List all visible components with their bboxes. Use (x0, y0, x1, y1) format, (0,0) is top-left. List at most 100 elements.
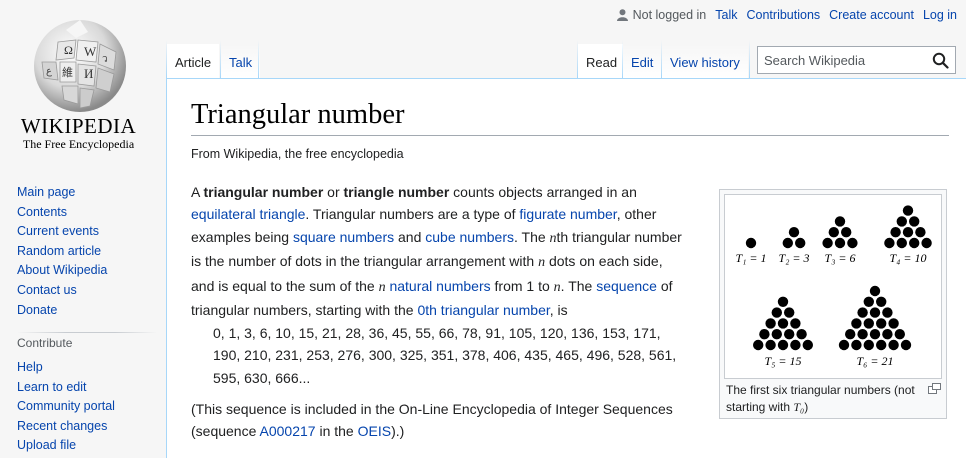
contributions-link[interactable]: Contributions (747, 8, 821, 22)
sidebar-item-contact[interactable]: Contact us (17, 281, 107, 301)
dot (782, 237, 793, 249)
sidebar-item-recent-changes[interactable]: Recent changes (17, 417, 115, 437)
search-input[interactable] (758, 47, 923, 73)
page-title: Triangular number (191, 99, 405, 130)
dot (869, 285, 881, 297)
sidebar-item-upload-file[interactable]: Upload file (17, 436, 115, 456)
enlarge-icon[interactable] (928, 383, 941, 394)
dot (915, 227, 926, 238)
dot (863, 296, 874, 307)
sequence-line: 190, 210, 231, 253, 276, 300, 325, 351, … (213, 347, 677, 364)
dot (771, 329, 782, 340)
talk-link[interactable]: Talk (715, 8, 737, 22)
triangle-label: T₆ = 21 (857, 354, 894, 368)
log-in-link[interactable]: Log in (923, 8, 957, 22)
dot (847, 237, 858, 249)
dot (788, 227, 800, 238)
dot (921, 237, 932, 249)
tab-read[interactable]: Read (578, 44, 626, 78)
create-account-link[interactable]: Create account (829, 8, 914, 22)
link-square-numbers[interactable]: square numbers (293, 229, 394, 245)
sidebar-item-contents[interactable]: Contents (17, 203, 107, 223)
sidebar-item-help[interactable]: Help (17, 358, 115, 378)
link-oeis[interactable]: OEIS (358, 423, 391, 439)
sidebar-item-community-portal[interactable]: Community portal (17, 397, 115, 417)
tab-view-history[interactable]: View history (662, 44, 748, 78)
tab-separator (258, 40, 259, 78)
sidebar-item-learn-to-edit[interactable]: Learn to edit (17, 378, 115, 398)
dot (765, 318, 776, 329)
dot (802, 339, 813, 351)
sequence-line: 595, 630, 666... (213, 369, 311, 386)
user-icon (616, 9, 628, 21)
sidebar-item-random-article[interactable]: Random article (17, 242, 107, 262)
dot (784, 307, 795, 318)
tagline: The Free Encyclopedia (22, 137, 135, 151)
main-content: Triangular number From Wikipedia, the fr… (166, 78, 966, 458)
tab-article[interactable]: Article (167, 44, 220, 78)
dot (822, 237, 833, 249)
sidebar-divider (17, 332, 157, 333)
dot (796, 329, 807, 340)
dot (882, 329, 893, 340)
dot (753, 339, 764, 351)
link-sequence[interactable]: sequence (596, 278, 657, 294)
thumbnail-figure: T₁ = 1 T₂ = 3 T₃ = 6 T₄ = 10 T₅ = 15 T₆ = 21 … (719, 189, 947, 419)
dot (863, 339, 874, 351)
link-natural-numbers[interactable]: natural numbers (389, 278, 490, 294)
dot (876, 339, 887, 351)
dot (900, 339, 912, 351)
bold-term: triangular number (203, 184, 324, 200)
tab-edit[interactable]: Edit (623, 44, 662, 78)
dot (909, 216, 920, 227)
dot (790, 339, 801, 351)
intro-paragraph: A triangular number or triangle number c… (191, 181, 697, 321)
link-figurate-number[interactable]: figurate number (519, 206, 616, 222)
dot (745, 237, 757, 249)
sidebar-item-current-events[interactable]: Current events (17, 222, 107, 242)
wikipedia-logo[interactable]: Ω W 維 И ว ع WIKIPEDIA The Free Encyclope… (0, 0, 160, 160)
tab-separator (749, 40, 750, 78)
dot (869, 307, 881, 318)
tab-talk[interactable]: Talk (221, 44, 261, 78)
intro-line-1: A triangular number or triangle number c… (191, 184, 637, 200)
dot (884, 237, 895, 249)
dot (851, 339, 862, 351)
svg-text:И: И (84, 66, 93, 81)
dot (909, 237, 920, 249)
svg-text:ع: ع (46, 66, 52, 77)
title-divider (191, 135, 949, 136)
wordmark: WIKIPEDIA (20, 114, 137, 138)
link-a000217[interactable]: A000217 (260, 423, 316, 439)
intro-line-5: and is equal to the sum of the n natural… (191, 277, 673, 295)
globe-logo-icon: Ω W 維 И ว ع (34, 20, 126, 112)
intro-line-4: is the number of dots in the triangular … (191, 253, 663, 271)
link-cube-numbers[interactable]: cube numbers (425, 229, 514, 245)
dot (890, 227, 901, 238)
site-subtitle: From Wikipedia, the free encyclopedia (191, 147, 404, 161)
dot (894, 329, 905, 340)
triangular-numbers-image[interactable]: T₁ = 1 T₂ = 3 T₃ = 6 T₄ = 10 T₅ = 15 T₆ = 21 (724, 194, 942, 379)
dot (828, 227, 839, 238)
triangle-label: T₅ = 15 (765, 354, 802, 368)
search-icon[interactable] (932, 52, 949, 69)
dot (851, 318, 862, 329)
svg-text:W: W (84, 44, 97, 59)
sidebar-item-donate[interactable]: Donate (17, 301, 107, 321)
dot (841, 227, 852, 238)
dot (784, 329, 795, 340)
intro-line-2: equilateral triangle. Triangular numbers… (191, 206, 657, 223)
dot (845, 329, 856, 340)
dot (771, 307, 782, 318)
link-0th-triangular-number[interactable]: 0th triangular number (417, 302, 549, 318)
svg-text:Ω: Ω (64, 43, 73, 57)
dot (888, 339, 899, 351)
personal-tools: Not logged in Talk Contributions Create … (616, 8, 957, 22)
sidebar-item-about[interactable]: About Wikipedia (17, 261, 107, 281)
link-equilateral-triangle[interactable]: equilateral triangle (191, 206, 305, 222)
sidebar-item-main-page[interactable]: Main page (17, 183, 107, 203)
dot (857, 329, 868, 340)
dot (777, 339, 789, 351)
dot (902, 205, 914, 216)
triangle-label: T₄ = 10 (890, 251, 927, 265)
